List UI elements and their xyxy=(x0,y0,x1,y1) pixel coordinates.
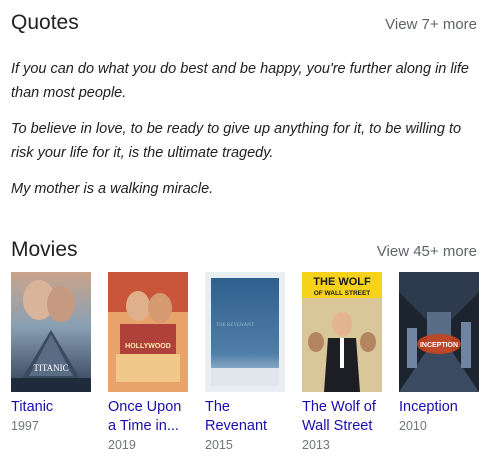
movie-title[interactable]: The Revenant xyxy=(205,398,285,436)
movie-year: 2010 xyxy=(399,419,427,433)
movie-poster-the-wolf-of-wall-street[interactable]: THE WOLF OF WALL STREET xyxy=(302,272,382,392)
view-more-movies-link[interactable]: View 45+ more xyxy=(377,243,477,260)
movies-title: Movies xyxy=(11,238,78,261)
movie-title[interactable]: Titanic xyxy=(11,398,91,417)
movie-title[interactable]: Inception xyxy=(399,398,479,417)
poster-title-text: TITANIC xyxy=(33,363,68,373)
quote-item: To believe in love, to be ready to give … xyxy=(11,121,462,161)
poster-title-text: HOLLYWOOD xyxy=(125,343,171,350)
view-more-quotes-link[interactable]: View 7+ more xyxy=(385,16,477,33)
movie-card-inception[interactable]: INCEPTION Inception 2010 xyxy=(399,272,479,454)
poster-title-text: THE WOLF xyxy=(313,276,371,288)
movie-poster-titanic[interactable]: TITANIC xyxy=(11,272,91,392)
movie-year: 1997 xyxy=(11,419,39,433)
movies-header: Movies View 45+ more xyxy=(11,238,477,262)
quotes-list: If you can do what you do best and be ha… xyxy=(11,57,478,213)
movie-card-the-wolf-of-wall-street[interactable]: THE WOLF OF WALL STREET The Wolf of Wall… xyxy=(302,272,382,454)
movie-title[interactable]: The Wolf of Wall Street xyxy=(302,398,382,436)
movie-poster-once-upon-a-time[interactable]: HOLLYWOOD xyxy=(108,272,188,392)
movie-title[interactable]: Once Upon a Time in... xyxy=(108,398,188,436)
poster-title-text: INCEPTION xyxy=(420,342,458,349)
poster-subtitle-text: OF WALL STREET xyxy=(314,290,371,297)
quote-item: If you can do what you do best and be ha… xyxy=(11,61,469,101)
movie-poster-inception[interactable]: INCEPTION xyxy=(399,272,479,392)
movie-poster-the-revenant[interactable]: THE REVENANT xyxy=(205,272,285,392)
quotes-header: Quotes View 7+ more xyxy=(11,11,477,35)
poster-title-text: THE REVENANT xyxy=(216,323,254,328)
movie-card-titanic[interactable]: TITANIC Titanic 1997 xyxy=(11,272,91,454)
movie-year: 2019 xyxy=(108,438,136,452)
quote-item: My mother is a walking miracle. xyxy=(11,181,214,197)
movie-year: 2015 xyxy=(205,438,233,452)
movie-year: 2013 xyxy=(302,438,330,452)
movie-card-once-upon-a-time[interactable]: HOLLYWOOD Once Upon a Time in... 2019 xyxy=(108,272,188,454)
movies-carousel: TITANIC Titanic 1997 HOLLYWOOD Once Upon… xyxy=(11,272,490,454)
quotes-title: Quotes xyxy=(11,11,79,34)
movie-card-the-revenant[interactable]: THE REVENANT The Revenant 2015 xyxy=(205,272,285,454)
